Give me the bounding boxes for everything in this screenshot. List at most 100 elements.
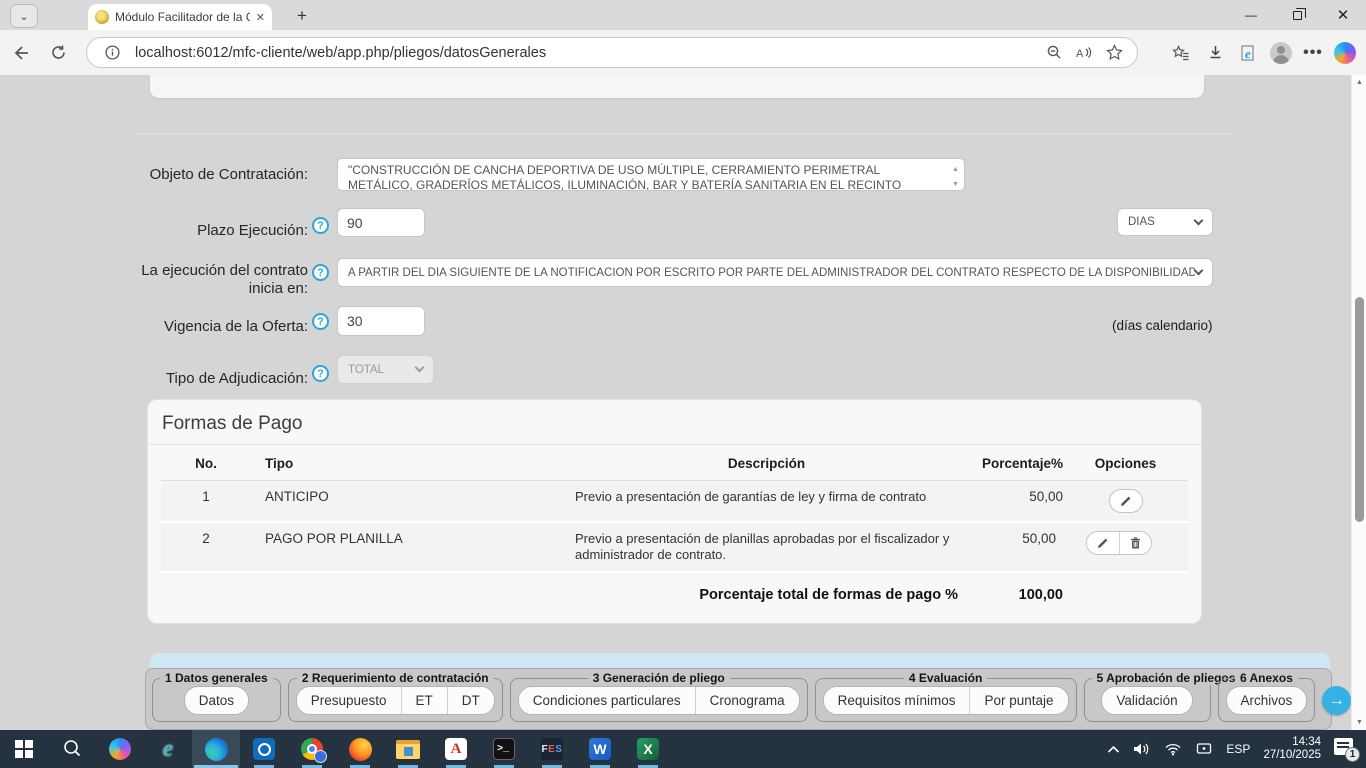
svg-text:e: e [1245, 46, 1251, 61]
taskbar-copilot-icon[interactable] [96, 730, 144, 768]
profile-avatar[interactable] [1270, 42, 1292, 64]
dt-button[interactable]: DT [447, 687, 494, 714]
language-indicator[interactable]: ESP [1226, 742, 1250, 756]
wizard-group-datos-generales: 1 Datos generales Datos [152, 671, 281, 722]
taskbar-word-icon[interactable]: W [576, 730, 624, 768]
col-header-no: No. [161, 456, 251, 471]
svg-text:A: A [1076, 48, 1084, 60]
tray-chevron-up-icon[interactable] [1107, 745, 1120, 754]
col-header-porcentaje: Porcentaje% [958, 456, 1063, 471]
chevron-down-icon [1194, 266, 1204, 276]
formas-de-pago-table: No. Tipo Descripción Porcentaje% Opcione… [148, 445, 1201, 613]
scrollbar-thumb[interactable] [1355, 297, 1364, 522]
wizard-group-label: 6 Anexos [1235, 671, 1298, 685]
textarea-scrollbar[interactable]: ▲▼ [950, 162, 961, 187]
taskbar-fes-app-icon[interactable]: FES [528, 730, 576, 768]
condiciones-particulares-button[interactable]: Condiciones particulares [519, 687, 695, 714]
system-tray: ESP 14:34 27/10/2025 1 [1107, 736, 1366, 762]
scroll-down-icon[interactable]: ▼ [1352, 715, 1366, 730]
downloads-icon[interactable] [1202, 40, 1228, 66]
cronograma-button[interactable]: Cronograma [695, 687, 799, 714]
taskbar-outlook-icon[interactable] [240, 730, 288, 768]
plazo-help-icon[interactable]: ? [312, 217, 329, 234]
et-button[interactable]: ET [401, 687, 447, 714]
start-button[interactable] [0, 730, 48, 768]
tipo-select[interactable]: TOTAL [337, 355, 434, 384]
presupuesto-button[interactable]: Presupuesto [297, 687, 401, 714]
wizard-group-evaluacion: 4 Evaluación Requisitos mínimos Por punt… [815, 671, 1077, 722]
ejecucion-select[interactable]: A PARTIR DEL DÍA SIGUIENTE DE LA NOTIFIC… [337, 258, 1213, 287]
vigencia-input[interactable] [337, 306, 425, 336]
total-label: Porcentaje total de formas de pago % [561, 587, 958, 603]
close-button[interactable]: ✕ [1320, 0, 1366, 30]
row-porcentaje: 50,00 [951, 531, 1056, 546]
minimize-button[interactable]: — [1228, 0, 1274, 30]
por-puntaje-button[interactable]: Por puntaje [969, 687, 1067, 714]
taskbar-edge-icon[interactable] [192, 730, 240, 768]
address-bar[interactable]: localhost:6012/mfc-cliente/web/app.php/p… [86, 37, 1138, 68]
taskbar-ie-icon[interactable]: e [144, 730, 192, 768]
clock-date: 27/10/2025 [1263, 749, 1321, 762]
zoom-out-icon[interactable] [1039, 40, 1069, 66]
copilot-icon[interactable] [1334, 42, 1356, 64]
page-scrollbar[interactable]: ▲ ▼ [1351, 75, 1366, 730]
wifi-icon[interactable] [1164, 742, 1182, 756]
objeto-label: Objeto de Contratación: [130, 166, 308, 184]
taskbar-excel-icon[interactable]: X [624, 730, 672, 768]
tab-close-icon[interactable]: ✕ [256, 11, 265, 24]
row-descripcion: Previo a presentación de garantías de le… [561, 489, 958, 505]
requisitos-minimos-button[interactable]: Requisitos mínimos [824, 687, 970, 714]
chevron-down-icon [415, 363, 425, 373]
favorite-star-icon[interactable] [1099, 40, 1129, 66]
taskbar-file-explorer-icon[interactable] [384, 730, 432, 768]
taskbar-firefox-icon[interactable] [336, 730, 384, 768]
ejecucion-label: La ejecución del contrato inicia en: [130, 262, 308, 298]
edit-button[interactable] [1109, 489, 1143, 513]
taskbar-clock[interactable]: 14:34 27/10/2025 [1263, 736, 1321, 762]
refresh-icon[interactable] [45, 40, 71, 66]
delete-button[interactable] [1119, 532, 1151, 554]
ejecucion-help-icon[interactable]: ? [312, 264, 329, 281]
taskbar-terminal-icon[interactable]: >_ [480, 730, 528, 768]
table-total-row: Porcentaje total de formas de pago % 100… [161, 573, 1188, 613]
notification-center-icon[interactable]: 1 [1334, 738, 1358, 760]
tab-search-button[interactable]: ⌄ [10, 4, 38, 28]
objeto-textarea[interactable]: "CONSTRUCCIÓN DE CANCHA DEPORTIVA DE USO… [337, 158, 965, 191]
read-aloud-icon[interactable]: A [1069, 40, 1099, 66]
plazo-input[interactable] [337, 208, 425, 237]
vigencia-help-icon[interactable]: ? [312, 313, 329, 330]
ejecucion-value: A PARTIR DEL DÍA SIGUIENTE DE LA NOTIFIC… [348, 267, 1195, 279]
taskbar-acrobat-icon[interactable]: A [432, 730, 480, 768]
tipo-help-icon[interactable]: ? [312, 365, 329, 382]
taskbar-search-icon[interactable] [48, 730, 96, 768]
next-step-button[interactable]: → [1322, 686, 1351, 715]
archivos-button[interactable]: Archivos [1226, 686, 1308, 715]
edit-button[interactable] [1087, 532, 1119, 554]
back-icon[interactable] [8, 40, 34, 66]
browser-tab[interactable]: Módulo Facilitador de la Contrata ✕ [88, 4, 272, 30]
table-header-row: No. Tipo Descripción Porcentaje% Opcione… [161, 445, 1188, 481]
row-no: 1 [161, 489, 251, 504]
row-no: 2 [161, 531, 251, 546]
plazo-unit-select[interactable]: DÍAS [1117, 208, 1213, 236]
wizard-group-generacion-pliego: 3 Generación de pliego Condiciones parti… [510, 671, 808, 722]
table-row: 1 ANTICIPO Previo a presentación de gara… [161, 481, 1188, 523]
taskbar-chrome-icon[interactable] [288, 730, 336, 768]
settings-more-icon[interactable]: ••• [1300, 40, 1326, 66]
url-text[interactable]: localhost:6012/mfc-cliente/web/app.php/p… [135, 45, 1039, 61]
wizard-group-anexos: 6 Anexos Archivos [1218, 671, 1316, 722]
validacion-button[interactable]: Validación [1101, 686, 1192, 715]
row-porcentaje: 50,00 [958, 489, 1063, 504]
ie-mode-icon[interactable]: e [1236, 40, 1262, 66]
scroll-up-icon[interactable]: ▲ [1352, 75, 1366, 90]
connect-display-icon[interactable] [1195, 742, 1213, 756]
wizard-group-label: 1 Datos generales [160, 671, 273, 685]
tab-favicon [95, 10, 109, 24]
datos-button[interactable]: Datos [184, 686, 249, 715]
site-info-icon[interactable] [97, 40, 127, 66]
volume-icon[interactable] [1133, 742, 1151, 756]
new-tab-button[interactable]: + [290, 5, 314, 27]
restore-button[interactable] [1274, 0, 1320, 30]
collections-icon[interactable] [1168, 40, 1194, 66]
col-header-opciones: Opciones [1063, 456, 1188, 471]
